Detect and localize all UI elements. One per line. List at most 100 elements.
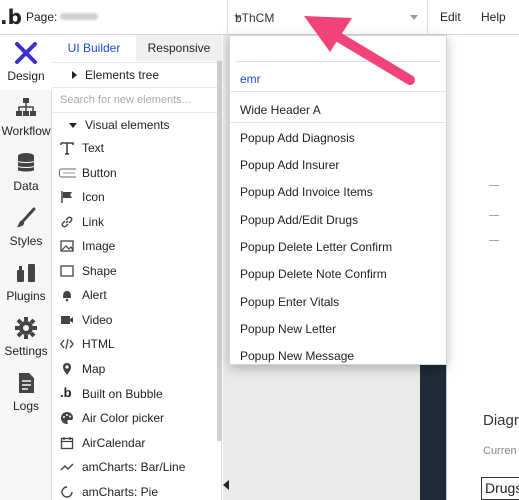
element-item-built-on-bubble[interactable]: .b Built on Bubble xyxy=(52,382,217,406)
pie-chart-icon xyxy=(61,486,73,498)
rail-tab-design[interactable]: Design xyxy=(0,35,52,90)
element-item-map[interactable]: Map xyxy=(52,357,217,381)
page-selector-label: Page: xyxy=(26,10,58,24)
canvas-heading: Diagr xyxy=(483,412,519,429)
bubble-logo-icon: .b xyxy=(60,385,72,400)
element-label: amCharts: Pie xyxy=(82,485,159,499)
page-name-redacted xyxy=(60,13,98,20)
elements-tree-toggle[interactable]: Elements tree xyxy=(52,62,217,86)
gear-icon xyxy=(15,317,37,339)
dropdown-item[interactable]: Popup Delete Letter Confirm xyxy=(230,233,446,260)
dropdown-item-label: Popup Add/Edit Drugs xyxy=(240,213,359,227)
plugin-icon xyxy=(17,264,35,282)
dropdown-item[interactable]: Popup Add Diagnosis xyxy=(230,124,446,151)
page-selector[interactable]: Page: xyxy=(22,0,242,35)
bell-icon xyxy=(63,291,71,302)
button-icon xyxy=(59,168,76,178)
dropdown-item-label: emr xyxy=(240,72,261,86)
dropdown-item-label: Popup Add Invoice Items xyxy=(240,185,373,199)
rail-label: Design xyxy=(7,69,45,83)
rail-tab-logs[interactable]: Logs xyxy=(0,365,52,420)
code-icon xyxy=(60,338,74,350)
map-pin-icon xyxy=(63,363,71,375)
canvas-divider xyxy=(489,215,499,216)
tab-ui-builder[interactable]: UI Builder xyxy=(52,35,136,61)
element-label: Built on Bubble xyxy=(82,387,163,401)
dropdown-item-label: Popup Add Insurer xyxy=(240,158,340,172)
canvas-box-label: Drugs xyxy=(485,480,519,496)
element-label: AirCalendar xyxy=(82,436,146,450)
element-label: Shape xyxy=(82,264,117,278)
elements-tree-label: Elements tree xyxy=(85,68,160,82)
dropdown-item[interactable]: Popup Delete Note Confirm xyxy=(230,260,446,287)
dropdown-item-label: Popup Enter Vitals xyxy=(240,295,340,309)
annotation-arrow-icon xyxy=(304,16,415,85)
element-item-icon[interactable]: Icon xyxy=(52,185,217,209)
element-label: Icon xyxy=(82,190,105,204)
elements-panel: UI Builder Responsive Elements tree Visu… xyxy=(52,35,222,500)
logs-icon xyxy=(19,373,34,393)
element-label: Video xyxy=(82,313,113,327)
tab-responsive[interactable]: Responsive xyxy=(136,35,222,61)
dropdown-item[interactable]: Popup New Message xyxy=(230,342,446,364)
element-search-input[interactable] xyxy=(60,92,210,108)
element-label: Air Color picker xyxy=(82,411,165,425)
element-item-link[interactable]: Link xyxy=(52,210,217,234)
element-label: Alert xyxy=(82,288,107,302)
dropdown-item[interactable]: Popup Enter Vitals xyxy=(230,288,446,315)
rail-tab-data[interactable]: Data xyxy=(0,145,52,200)
element-item-alert[interactable]: Alert xyxy=(52,283,217,307)
rail-label: Styles xyxy=(9,234,43,248)
dropdown-item[interactable]: Popup Add Insurer xyxy=(230,151,446,178)
database-icon xyxy=(17,153,35,172)
element-item-amcharts-bar-line[interactable]: amCharts: Bar/Line xyxy=(52,455,217,479)
text-icon xyxy=(60,142,74,155)
menu-edit[interactable]: Edit xyxy=(440,10,461,24)
dropdown-item-label: Wide Header A xyxy=(240,103,321,117)
rail-tab-plugins[interactable]: Plugins xyxy=(0,255,52,310)
element-item-aircalendar[interactable]: AirCalendar xyxy=(52,431,217,455)
visual-elements-toggle[interactable]: Visual elements xyxy=(52,112,217,136)
rail-label: Plugins xyxy=(6,289,46,303)
element-item-air-color-picker[interactable]: Air Color picker xyxy=(52,406,217,430)
palette-icon xyxy=(61,412,73,424)
rail-label: Workflow xyxy=(1,124,51,138)
shape-icon xyxy=(60,265,74,277)
rail-label: Settings xyxy=(4,344,48,358)
dropdown-item[interactable]: Popup Add/Edit Drugs xyxy=(230,206,446,233)
link-icon xyxy=(61,216,73,228)
panel-scrollbar[interactable] xyxy=(217,61,222,441)
element-item-image[interactable]: Image xyxy=(52,234,217,258)
menu-help[interactable]: Help xyxy=(481,10,506,24)
design-icon xyxy=(15,42,37,64)
canvas-divider xyxy=(489,185,499,186)
caret-right-icon xyxy=(72,71,77,79)
element-item-shape[interactable]: Shape xyxy=(52,259,217,283)
canvas-subtext: Curren xyxy=(483,445,517,457)
dropdown-item[interactable]: Popup New Letter xyxy=(230,315,446,342)
rail-label: Logs xyxy=(12,399,40,413)
canvas-divider xyxy=(489,240,499,241)
image-icon xyxy=(60,240,74,252)
visual-elements-label: Visual elements xyxy=(85,118,170,132)
rail-tab-styles[interactable]: Styles xyxy=(0,200,52,255)
element-item-button[interactable]: Button xyxy=(52,161,217,185)
dropdown-item[interactable]: Wide Header A xyxy=(230,96,446,123)
rail-tab-workflow[interactable]: Workflow xyxy=(0,90,52,145)
dropdown-item-label: Popup New Letter xyxy=(240,322,337,336)
rail-tab-settings[interactable]: Settings xyxy=(0,310,52,365)
bubble-logo-icon[interactable]: .b xyxy=(0,6,22,28)
element-selector-value: bThCM xyxy=(235,11,275,25)
element-label: amCharts: Bar/Line xyxy=(82,460,186,474)
line-chart-icon xyxy=(60,463,74,471)
canvas-drugs-box[interactable]: Drugs xyxy=(481,477,519,500)
canvas-page[interactable] xyxy=(446,35,519,500)
element-item-text[interactable]: Text xyxy=(52,136,217,160)
dropdown-item-label: Popup Delete Letter Confirm xyxy=(240,240,393,254)
element-label: Text xyxy=(82,141,105,155)
collapse-panel-icon[interactable] xyxy=(223,480,229,490)
element-item-html[interactable]: HTML xyxy=(52,332,217,356)
element-item-video[interactable]: Video xyxy=(52,308,217,332)
element-item-amcharts-pie[interactable]: amCharts: Pie xyxy=(52,480,217,500)
dropdown-item[interactable]: Popup Add Invoice Items xyxy=(230,178,446,205)
